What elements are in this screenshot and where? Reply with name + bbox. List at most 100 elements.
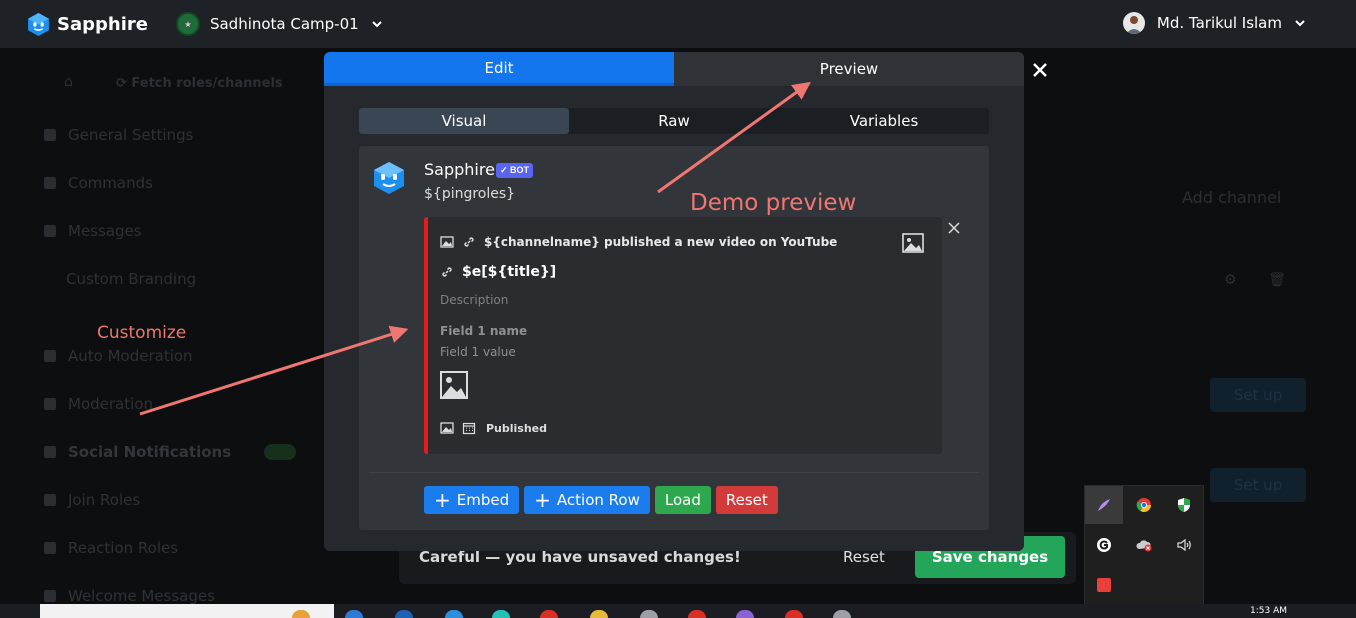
taskbar-app-icon[interactable]	[492, 610, 510, 618]
thumbnail-image-icon[interactable]	[902, 233, 924, 253]
message-content[interactable]: ${pingroles}	[424, 186, 515, 202]
editor-actions: + Embed + Action Row Load Reset	[424, 486, 783, 514]
sidebar-item-messages[interactable]: Messages	[44, 222, 142, 240]
sidebar-item-moderation[interactable]: Moderation	[44, 395, 153, 413]
embed-description[interactable]: Description	[440, 293, 508, 307]
chevron-down-icon	[371, 21, 382, 28]
sidebar-item-general-settings[interactable]: General Settings	[44, 126, 193, 144]
messages-icon	[44, 225, 56, 237]
setup-button[interactable]: Set up	[1210, 378, 1306, 412]
embed-card: ${channelname} published a new video on …	[424, 217, 942, 454]
bot-avatar	[374, 162, 404, 194]
calendar-icon[interactable]	[462, 421, 476, 435]
add-action-row-button[interactable]: + Action Row	[524, 486, 650, 514]
embed-footer-row[interactable]: Published	[440, 421, 547, 435]
edge-icon[interactable]	[445, 610, 463, 618]
app-name: Sapphire	[57, 13, 148, 35]
taskbar-app-icon[interactable]	[395, 610, 413, 618]
annotation-customize: Customize	[97, 323, 187, 343]
sidebar-item-welcome-messages[interactable]: Welcome Messages	[44, 587, 215, 605]
close-icon[interactable]	[947, 221, 961, 235]
tab-edit[interactable]: Edit	[324, 52, 674, 86]
sidebar-item-commands[interactable]: Commands	[44, 174, 153, 192]
editor-subtabs: Visual Raw Variables	[359, 108, 989, 134]
embed-footer: Published	[486, 421, 548, 435]
load-button[interactable]: Load	[654, 486, 711, 514]
file-explorer-icon[interactable]	[590, 610, 608, 618]
taskbar-app-icon[interactable]	[688, 610, 706, 618]
bot-name[interactable]: Sapphire	[424, 160, 495, 179]
fetch-roles-button[interactable]: ⟳ Fetch roles/channels	[116, 76, 283, 91]
taskbar-app-icon[interactable]	[736, 610, 754, 618]
widget-icon[interactable]	[292, 610, 310, 618]
shield-icon	[44, 350, 56, 362]
subtab-visual[interactable]: Visual	[359, 108, 569, 134]
brand[interactable]: Sapphire	[26, 12, 148, 37]
reaction-icon	[44, 542, 56, 554]
sidebar-item-custom-branding[interactable]: Custom Branding	[66, 270, 196, 288]
trash-icon[interactable]: 🗑	[1268, 272, 1286, 288]
avatar	[1122, 12, 1145, 34]
social-notifications-toggle[interactable]	[264, 444, 296, 460]
taskbar-clock[interactable]: 1:53 AM	[1250, 606, 1287, 616]
user-menu[interactable]: Md. Tarikul Islam	[1122, 12, 1306, 34]
taskbar-app-icon[interactable]	[640, 610, 658, 618]
embed-field-value[interactable]: Field 1 value	[440, 345, 516, 359]
plus-icon: +	[434, 488, 451, 512]
add-embed-button[interactable]: + Embed	[424, 486, 520, 514]
grammarly-icon[interactable]	[1085, 526, 1123, 564]
commands-icon	[44, 177, 56, 189]
embed-author: ${channelname} published a new video on …	[484, 235, 838, 249]
link-icon[interactable]	[440, 265, 454, 279]
gear-icon[interactable]: ⚙	[1224, 272, 1237, 288]
sapphire-logo-icon	[28, 12, 49, 36]
sidebar-item-join-roles[interactable]: Join Roles	[44, 491, 140, 509]
reset-button[interactable]: Reset	[715, 486, 778, 514]
server-selector[interactable]: ★ Sadhinota Camp-01	[175, 12, 383, 36]
tab-preview[interactable]: Preview	[674, 52, 1024, 86]
user-icon	[44, 494, 56, 506]
taskbar-app-icon[interactable]	[345, 610, 363, 618]
image-icon[interactable]	[440, 421, 454, 435]
annotation-demo-preview: Demo preview	[690, 190, 857, 216]
bell-icon	[44, 446, 56, 458]
divider	[369, 472, 979, 473]
embed-field-name[interactable]: Field 1 name	[440, 324, 527, 338]
taskbar-app-icon[interactable]	[785, 610, 803, 618]
chevron-down-icon	[1295, 20, 1305, 27]
sidebar-item-reaction-roles[interactable]: Reaction Roles	[44, 539, 178, 557]
mode-tabs: Edit Preview	[324, 52, 1024, 86]
network-disconnected-icon[interactable]	[1125, 526, 1163, 564]
embed-image-icon[interactable]	[440, 371, 468, 399]
sidebar-item-auto-moderation[interactable]: Auto Moderation	[44, 347, 193, 365]
sidebar-item-social-notifications[interactable]: Social Notifications	[44, 443, 231, 461]
embed-author-row[interactable]: ${channelname} published a new video on …	[440, 235, 837, 249]
security-shield-icon[interactable]	[1165, 486, 1203, 524]
feather-app-icon[interactable]	[1085, 486, 1123, 524]
link-icon[interactable]	[462, 235, 476, 249]
setup-button[interactable]: Set up	[1210, 468, 1306, 502]
subtab-variables[interactable]: Variables	[779, 108, 989, 134]
taskbar-search[interactable]	[40, 604, 334, 618]
settings-icon	[44, 129, 56, 141]
anydesk-icon[interactable]	[1085, 566, 1123, 604]
close-modal-icon[interactable]	[1032, 62, 1048, 78]
home-icon[interactable]: ⌂	[64, 74, 73, 90]
taskbar-app-icon[interactable]	[540, 610, 558, 618]
taskbar-app-icon[interactable]	[833, 610, 851, 618]
welcome-icon	[44, 590, 56, 602]
system-tray-popup	[1084, 485, 1204, 605]
message-editor-pane: Sapphire ✓ BOT ${pingroles} ${channelnam…	[359, 146, 989, 530]
bot-badge: ✓ BOT	[496, 163, 534, 178]
subtab-raw[interactable]: Raw	[569, 108, 779, 134]
volume-icon[interactable]	[1165, 526, 1203, 564]
image-icon[interactable]	[440, 235, 454, 249]
plus-icon: +	[534, 488, 551, 512]
embed-title-row[interactable]: $e[${title}]	[440, 264, 556, 280]
embed-editor-modal: Edit Preview Visual Raw Variables Sapphi…	[324, 52, 1024, 551]
top-navbar: Sapphire ★ Sadhinota Camp-01 Md. Tarikul…	[0, 0, 1356, 48]
add-channel-button[interactable]: Add channel	[1182, 188, 1281, 207]
server-avatar: ★	[175, 12, 200, 36]
chrome-icon[interactable]	[1125, 486, 1163, 524]
server-name: Sadhinota Camp-01	[209, 15, 359, 33]
